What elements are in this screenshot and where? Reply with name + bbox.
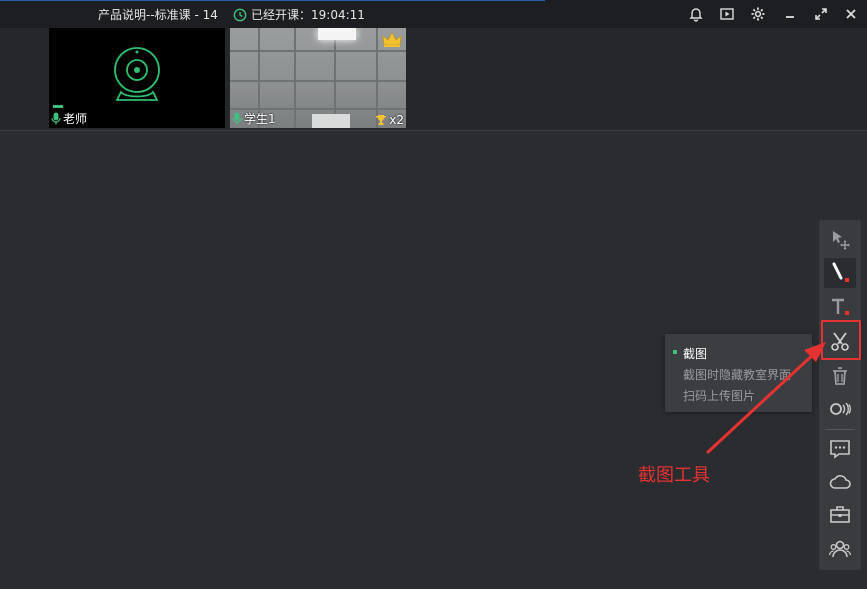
cloud-tool[interactable]	[824, 467, 856, 497]
title-accent-line	[0, 0, 545, 1]
student-label: 学生1	[232, 110, 276, 127]
ceiling-panel	[312, 114, 350, 128]
select-move-icon	[833, 231, 850, 250]
microphone-icon	[51, 112, 61, 125]
users-tool[interactable]	[824, 534, 856, 564]
elapsed-timer: 已经开课：19:04:11	[233, 6, 365, 23]
minimize-icon	[786, 16, 794, 18]
annotation-arrow	[706, 342, 826, 454]
text-tool[interactable]	[824, 292, 856, 322]
elapsed-time-label: 已经开课：19:04:11	[251, 8, 365, 22]
crown-icon	[382, 32, 402, 47]
toolbox-icon	[830, 506, 850, 523]
selected-bullet	[673, 350, 677, 354]
annotation-label: 截图工具	[638, 465, 710, 486]
student-name: 学生1	[244, 112, 276, 126]
record-icon	[720, 8, 734, 20]
text-icon	[832, 298, 849, 315]
close-icon	[846, 9, 856, 19]
course-title: 产品说明--标准课 - 14	[98, 8, 218, 22]
pen-icon	[832, 262, 849, 282]
fullscreen-button[interactable]	[812, 5, 830, 23]
trophy-count: x2	[375, 113, 404, 127]
video-strip: 老师 学生1 x2	[0, 28, 867, 131]
close-button[interactable]	[842, 5, 860, 23]
bell-icon	[689, 8, 703, 22]
fullscreen-icon	[815, 8, 827, 20]
clock-icon	[233, 8, 247, 21]
trophy-icon	[376, 115, 387, 125]
pen-tool[interactable]	[824, 258, 856, 288]
teacher-label: 老师	[51, 110, 87, 127]
teacher-video-tile[interactable]: 老师	[49, 28, 225, 128]
settings-button[interactable]	[749, 5, 767, 23]
teacher-name: 老师	[63, 112, 88, 126]
record-button[interactable]	[718, 5, 736, 23]
minimize-button[interactable]	[781, 5, 799, 23]
users-icon	[828, 540, 852, 558]
toolbox-tool[interactable]	[824, 500, 856, 530]
select-move-tool[interactable]	[824, 225, 856, 255]
trophy-count-label: x2	[389, 113, 404, 127]
notification-button[interactable]	[687, 5, 705, 23]
webcam-placeholder-icon	[114, 47, 160, 101]
cloud-icon	[829, 475, 851, 489]
gear-icon	[751, 7, 765, 21]
title-bar: 产品说明--标准课 - 14 已经开课：19:04:11	[0, 0, 867, 29]
student-video-tile[interactable]: 学生1 x2	[230, 28, 406, 128]
microphone-icon	[232, 112, 242, 125]
ceiling-light	[318, 28, 356, 40]
audio-level-bar	[53, 105, 63, 108]
